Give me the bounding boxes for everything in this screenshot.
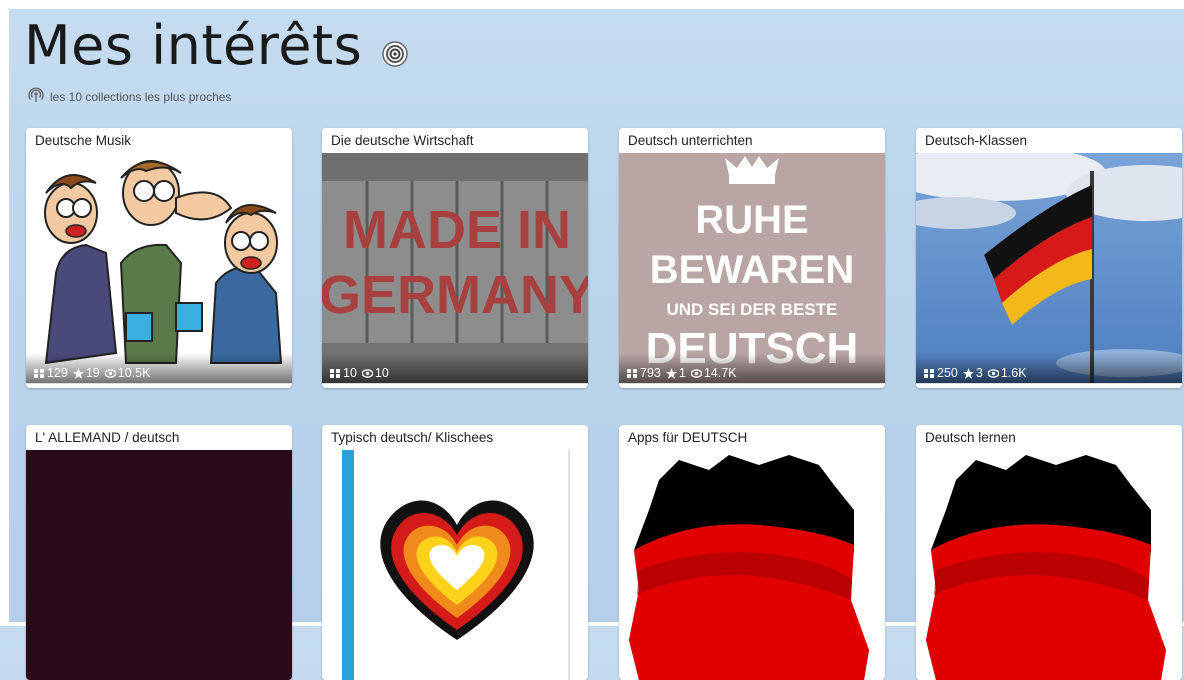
collection-card-deutsch-unterrichten[interactable]: Deutsch unterrichten RUHE BEWAREN UND SE…	[619, 128, 885, 388]
target-icon[interactable]	[382, 41, 408, 67]
und-sei-line: UND SEI DER BESTE	[667, 300, 838, 319]
card-image-dark-purple[interactable]	[26, 450, 292, 680]
scoops-count: 10	[343, 366, 357, 380]
card-title: Deutsch-Klassen	[925, 133, 1028, 148]
collection-card-apps-fur-deutsch[interactable]: Apps für DEUTSCH	[619, 425, 885, 680]
card-image-germany-map[interactable]	[619, 450, 885, 680]
germany-line: GERMANY	[322, 265, 588, 325]
card-title: Die deutsche Wirtschaft	[331, 133, 474, 148]
stars-count: 3	[975, 366, 983, 380]
eye-icon	[987, 368, 999, 378]
page-title: Mes intérêts	[24, 14, 363, 77]
stars-stat: 1	[665, 366, 686, 380]
scoops-count: 793	[640, 366, 661, 380]
card-image-germany-map[interactable]	[916, 450, 1182, 680]
frame-top	[0, 0, 1184, 9]
card-title: Apps für DEUTSCH	[628, 430, 748, 445]
subtitle-text: les 10 collections les plus proches	[50, 89, 232, 104]
grid-icon	[34, 368, 44, 378]
ruhe-line: RUHE	[695, 198, 808, 242]
card-stats: 250 3 1.6K	[916, 353, 1182, 383]
card-footer	[322, 383, 588, 388]
bewaren-line: BEWAREN	[650, 248, 854, 292]
views-count: 10	[374, 366, 389, 380]
grid-icon	[924, 368, 934, 378]
scoops-count: 250	[937, 366, 958, 380]
star-icon	[665, 367, 677, 379]
scoops-stat: 793	[627, 366, 661, 380]
card-title: L' ALLEMAND / deutsch	[35, 430, 180, 445]
stars-count: 1	[678, 366, 686, 380]
collection-card-typisch-deutsch[interactable]: Typisch deutsch/ Klischees	[322, 425, 588, 680]
card-stats: 10 10	[322, 353, 588, 383]
collection-card-deutsch-lernen[interactable]: Deutsch lernen	[916, 425, 1182, 680]
scoops-stat: 129	[34, 366, 68, 380]
card-image-german-flag[interactable]: 250 3 1.6K	[916, 153, 1182, 383]
card-footer	[916, 383, 1182, 388]
views-count: 10.5K	[117, 366, 151, 380]
collection-card-deutsche-musik[interactable]: Deutsche Musik 129 19 10.5K	[26, 128, 292, 388]
frame-left	[0, 0, 9, 626]
card-stats: 793 1 14.7K	[619, 353, 885, 383]
star-icon	[962, 367, 974, 379]
page-header: Mes intérêts	[24, 14, 408, 78]
stars-stat: 19	[72, 366, 100, 380]
eye-icon	[690, 368, 702, 378]
views-stat: 1.6K	[987, 366, 1027, 380]
scoops-count: 129	[47, 366, 68, 380]
card-title: Deutsch lernen	[925, 430, 1016, 445]
grid-icon	[330, 368, 340, 378]
eye-icon	[104, 368, 116, 378]
card-stats: 129 19 10.5K	[26, 353, 292, 383]
made-in-line: MADE IN	[343, 200, 571, 260]
collection-card-allemand[interactable]: L' ALLEMAND / deutsch	[26, 425, 292, 680]
broadcast-icon	[28, 87, 44, 106]
scoops-stat: 10	[330, 366, 357, 380]
card-image-cartoon-people[interactable]: 129 19 10.5K	[26, 153, 292, 383]
card-title: Deutsche Musik	[35, 133, 132, 148]
card-footer	[619, 383, 885, 388]
card-image-ruhe-bewaren[interactable]: RUHE BEWAREN UND SEI DER BESTE DEUTSCH 7…	[619, 153, 885, 383]
views-count: 1.6K	[1000, 366, 1027, 380]
scoops-stat: 250	[924, 366, 958, 380]
grid-icon	[627, 368, 637, 378]
star-icon	[72, 367, 84, 379]
eye-icon	[361, 368, 373, 378]
card-title: Deutsch unterrichten	[628, 133, 753, 148]
views-stat: 14.7K	[690, 366, 737, 380]
stars-stat: 3	[962, 366, 983, 380]
views-count: 14.7K	[703, 366, 737, 380]
views-stat: 10	[361, 366, 389, 380]
stars-count: 19	[85, 366, 100, 380]
card-image-made-in-germany[interactable]: MADE IN GERMANY 10 10	[322, 153, 588, 383]
collection-card-deutsch-klassen[interactable]: Deutsch-Klassen 250 3 1.6K	[916, 128, 1182, 388]
card-title: Typisch deutsch/ Klischees	[331, 430, 494, 445]
views-stat: 10.5K	[104, 366, 151, 380]
card-footer	[26, 383, 292, 388]
collection-card-deutsche-wirtschaft[interactable]: Die deutsche Wirtschaft MADE IN GERMANY …	[322, 128, 588, 388]
card-image-flag-heart[interactable]	[322, 450, 588, 680]
subtitle: les 10 collections les plus proches	[28, 87, 231, 106]
